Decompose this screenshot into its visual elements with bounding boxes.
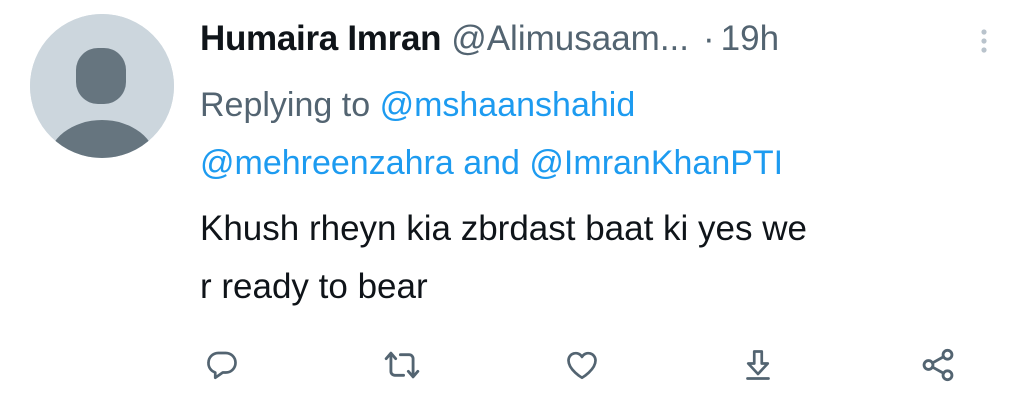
mention-mehreenzahra[interactable]: @mehreenzahra bbox=[200, 144, 454, 182]
tweet-header: Humaira Imran @Alimusaam... · 19h bbox=[200, 16, 996, 62]
replying-to-label: Replying to bbox=[200, 86, 371, 124]
more-options-button[interactable] bbox=[972, 26, 996, 56]
mention-imrankhanpti[interactable]: @ImranKhanPTI bbox=[529, 144, 783, 182]
like-button[interactable] bbox=[560, 343, 604, 387]
mention-and: and bbox=[463, 144, 520, 182]
reply-icon bbox=[207, 351, 237, 380]
avatar[interactable] bbox=[30, 14, 174, 158]
heart-icon bbox=[567, 351, 597, 380]
user-handle[interactable]: @Alimusaam... bbox=[451, 16, 689, 62]
timestamp[interactable]: 19h bbox=[721, 16, 779, 62]
tweet[interactable]: Humaira Imran @Alimusaam... · 19h Replyi… bbox=[0, 0, 1024, 410]
display-name[interactable]: Humaira Imran bbox=[200, 16, 441, 62]
separator-dot: · bbox=[703, 19, 715, 58]
download-button[interactable] bbox=[736, 343, 780, 387]
share-icon bbox=[922, 348, 954, 382]
retweet-icon bbox=[384, 351, 420, 379]
retweet-button[interactable] bbox=[380, 343, 424, 387]
tweet-actions bbox=[200, 343, 970, 393]
tweet-text-line-2: r ready to bear bbox=[200, 267, 428, 306]
share-button[interactable] bbox=[916, 343, 960, 387]
tweet-text: Khush rheyn kia zbrdast baat ki yes we r… bbox=[200, 200, 1000, 316]
more-vertical-icon bbox=[981, 29, 987, 53]
download-icon bbox=[746, 350, 770, 380]
mention-mshaanshahid[interactable]: @mshaanshahid bbox=[380, 86, 636, 124]
default-avatar-icon bbox=[30, 14, 174, 158]
tweet-text-line-1: Khush rheyn kia zbrdast baat ki yes we bbox=[200, 209, 807, 248]
reply-button[interactable] bbox=[200, 343, 244, 387]
replying-to: Replying to @mshaanshahid @mehreenzahra … bbox=[200, 76, 1000, 192]
